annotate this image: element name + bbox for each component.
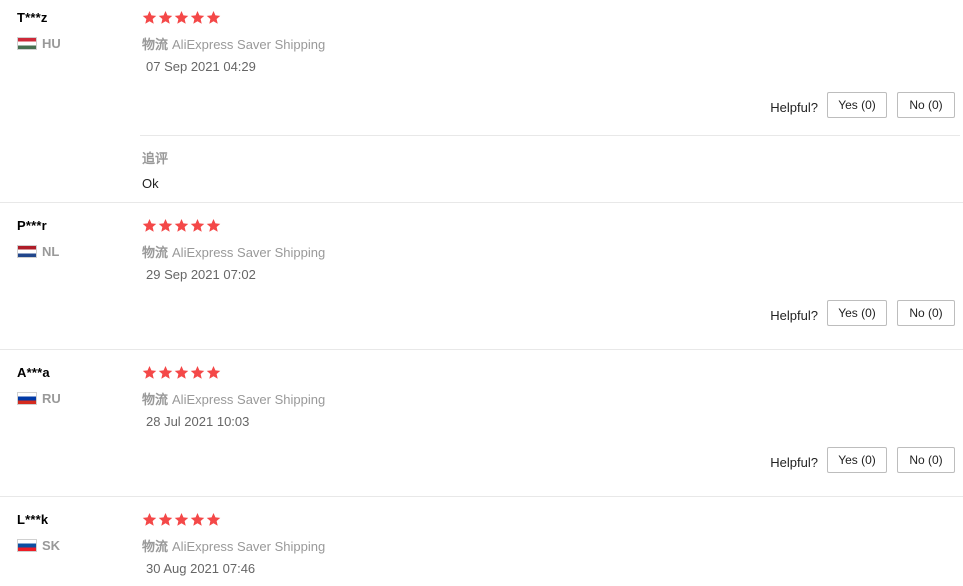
review-date: 07 Sep 2021 04:29 — [146, 59, 256, 74]
review-divider — [0, 496, 963, 497]
helpful-yes-button[interactable]: Yes (0) — [827, 300, 887, 326]
followup-text: Ok — [142, 176, 159, 191]
review-divider — [0, 349, 963, 350]
star-icon — [142, 512, 157, 526]
country-code: RU — [42, 391, 61, 406]
star-icon — [158, 218, 173, 232]
star-icon — [158, 512, 173, 526]
reviewer-country: RU — [17, 391, 61, 406]
review-divider — [0, 202, 963, 203]
logistics-label: 物流 — [142, 245, 169, 260]
logistics-value: AliExpress Saver Shipping — [172, 245, 326, 260]
helpful-vote: Helpful? Yes (0) No (0) — [770, 300, 955, 326]
star-icon — [174, 365, 189, 379]
netherlands-flag-icon — [17, 245, 37, 258]
country-code: HU — [42, 36, 61, 51]
review-date: 28 Jul 2021 10:03 — [146, 414, 250, 429]
star-icon — [174, 218, 189, 232]
star-icon — [190, 218, 205, 232]
star-icon — [158, 10, 173, 24]
review-item: L***k SK 物流 AliExpress Saver Shipping 30 … — [0, 502, 963, 586]
shipping-method: 物流 AliExpress Saver Shipping — [142, 389, 325, 408]
slovakia-flag-icon — [17, 539, 37, 552]
review-date: 29 Sep 2021 07:02 — [146, 267, 256, 282]
star-icon — [190, 365, 205, 379]
logistics-value: AliExpress Saver Shipping — [172, 539, 326, 554]
star-rating — [142, 218, 221, 233]
reviewer-name: T***z — [17, 10, 48, 25]
helpful-label: Helpful? — [770, 454, 818, 470]
helpful-no-button[interactable]: No (0) — [897, 447, 955, 473]
helpful-no-button[interactable]: No (0) — [897, 300, 955, 326]
star-icon — [158, 365, 173, 379]
reviewer-name: P***r — [17, 218, 47, 233]
star-icon — [206, 218, 221, 232]
star-icon — [174, 512, 189, 526]
star-icon — [190, 10, 205, 24]
helpful-label: Helpful? — [770, 99, 818, 115]
hungary-flag-icon — [17, 37, 37, 50]
reviewer-country: HU — [17, 36, 61, 51]
country-code: NL — [42, 244, 60, 259]
helpful-no-button[interactable]: No (0) — [897, 92, 955, 118]
review-item: A***a RU 物流 AliExpress Saver Shipping 28 … — [0, 355, 963, 497]
review-date: 30 Aug 2021 07:46 — [146, 561, 256, 576]
star-icon — [142, 365, 157, 379]
helpful-vote: Helpful? Yes (0) No (0) — [770, 447, 955, 473]
review-item: P***r NL 物流 AliExpress Saver Shipping 29 … — [0, 208, 963, 350]
followup-divider — [140, 135, 960, 136]
shipping-method: 物流 AliExpress Saver Shipping — [142, 34, 325, 53]
shipping-method: 物流 AliExpress Saver Shipping — [142, 242, 325, 261]
reviewer-name: L***k — [17, 512, 49, 527]
star-icon — [190, 512, 205, 526]
reviewer-country: SK — [17, 538, 60, 553]
country-code: SK — [42, 538, 61, 553]
followup-title: 追评 — [142, 151, 169, 166]
helpful-vote: Helpful? Yes (0) No (0) — [770, 92, 955, 118]
shipping-method: 物流 AliExpress Saver Shipping — [142, 536, 325, 555]
star-rating — [142, 512, 221, 527]
star-icon — [174, 10, 189, 24]
logistics-label: 物流 — [142, 392, 169, 407]
logistics-label: 物流 — [142, 539, 169, 554]
russia-flag-icon — [17, 392, 37, 405]
star-rating — [142, 365, 221, 380]
helpful-label: Helpful? — [770, 307, 818, 323]
review-item: T***z HU 物流 AliExpress Saver Shipping 07 … — [0, 0, 963, 203]
reviewer-name: A***a — [17, 365, 50, 380]
star-icon — [206, 10, 221, 24]
helpful-yes-button[interactable]: Yes (0) — [827, 92, 887, 118]
helpful-yes-button[interactable]: Yes (0) — [827, 447, 887, 473]
star-rating — [142, 10, 221, 25]
star-icon — [142, 218, 157, 232]
logistics-label: 物流 — [142, 37, 169, 52]
logistics-value: AliExpress Saver Shipping — [172, 392, 326, 407]
star-icon — [142, 10, 157, 24]
logistics-value: AliExpress Saver Shipping — [172, 37, 326, 52]
star-icon — [206, 512, 221, 526]
star-icon — [206, 365, 221, 379]
reviewer-country: NL — [17, 244, 59, 259]
